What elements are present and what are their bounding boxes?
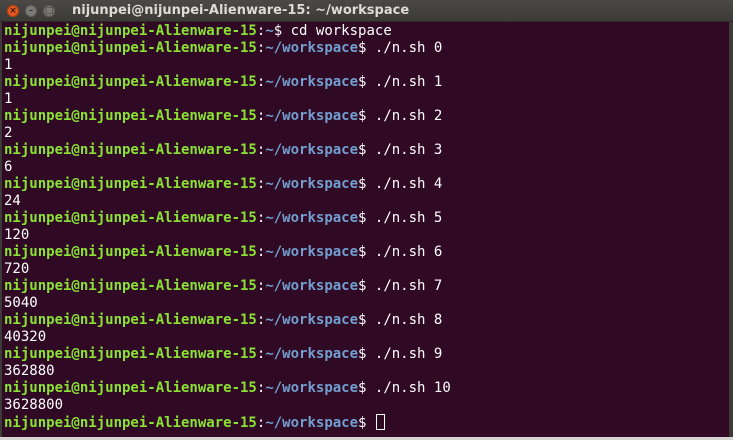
output-line: 6 [4, 159, 729, 176]
output-line: 120 [4, 227, 729, 244]
prompt-symbol: $ [358, 278, 375, 294]
command-text: ./n.sh 7 [374, 278, 443, 294]
prompt-user-host: nijunpei@nijunpei-Alienware-15 [4, 380, 257, 396]
output-text: 720 [4, 261, 30, 277]
prompt-symbol: $ [358, 108, 375, 124]
close-icon: × [9, 5, 17, 16]
prompt-user-host: nijunpei@nijunpei-Alienware-15 [4, 142, 257, 158]
prompt-symbol: $ [273, 23, 291, 39]
prompt-user-host: nijunpei@nijunpei-Alienware-15 [4, 40, 257, 56]
window-border-left [0, 22, 2, 440]
prompt-path: ~/workspace [265, 176, 359, 192]
prompt-symbol: $ [358, 346, 375, 362]
output-text: 120 [4, 227, 30, 243]
prompt-user-host: nijunpei@nijunpei-Alienware-15 [4, 23, 257, 39]
output-line: 1 [4, 57, 729, 74]
output-line: 5040 [4, 295, 729, 312]
prompt-path: ~/workspace [265, 244, 359, 260]
prompt-line: nijunpei@nijunpei-Alienware-15:~/workspa… [4, 346, 729, 363]
maximize-icon: □ [44, 5, 54, 16]
prompt-symbol: $ [358, 312, 375, 328]
prompt-user-host: nijunpei@nijunpei-Alienware-15 [4, 108, 257, 124]
prompt-line: nijunpei@nijunpei-Alienware-15:~/workspa… [4, 176, 729, 193]
prompt-line: nijunpei@nijunpei-Alienware-15:~/workspa… [4, 244, 729, 261]
command-text: cd workspace [290, 23, 392, 39]
prompt-path: ~/workspace [265, 40, 359, 56]
command-text: ./n.sh 5 [374, 210, 443, 226]
prompt-user-host: nijunpei@nijunpei-Alienware-15 [4, 210, 257, 226]
prompt-path: ~/workspace [265, 380, 359, 396]
command-text: ./n.sh 9 [374, 346, 443, 362]
prompt-path: ~/workspace [265, 346, 359, 362]
prompt-symbol: $ [358, 142, 375, 158]
prompt-line: nijunpei@nijunpei-Alienware-15:~/workspa… [4, 40, 729, 57]
prompt-symbol: $ [358, 244, 375, 260]
prompt-line: nijunpei@nijunpei-Alienware-15:~/workspa… [4, 210, 729, 227]
prompt-symbol: $ [358, 380, 375, 396]
output-text: 362880 [4, 363, 55, 379]
output-text: 5040 [4, 295, 38, 311]
prompt-user-host: nijunpei@nijunpei-Alienware-15 [4, 74, 257, 90]
output-line: 2 [4, 125, 729, 142]
command-text: ./n.sh 4 [374, 176, 443, 192]
command-text: ./n.sh 0 [374, 40, 443, 56]
prompt-user-host: nijunpei@nijunpei-Alienware-15 [4, 244, 257, 260]
minimize-window-button[interactable]: – [25, 5, 37, 17]
output-text: 40320 [4, 329, 47, 345]
output-line: 362880 [4, 363, 729, 380]
output-text: 2 [4, 125, 13, 141]
prompt-symbol: $ [358, 415, 375, 431]
prompt-path: ~/workspace [265, 278, 359, 294]
window-border-right [729, 22, 733, 440]
prompt-path: ~/workspace [265, 108, 359, 124]
maximize-window-button[interactable]: □ [43, 5, 55, 17]
prompt-symbol: $ [358, 210, 375, 226]
output-line: 24 [4, 193, 729, 210]
prompt-line: nijunpei@nijunpei-Alienware-15:~/workspa… [4, 142, 729, 159]
prompt-symbol: $ [358, 74, 375, 90]
prompt-line: nijunpei@nijunpei-Alienware-15:~/workspa… [4, 108, 729, 125]
prompt-symbol: $ [358, 40, 375, 56]
command-text: ./n.sh 10 [374, 380, 451, 396]
prompt-line: nijunpei@nijunpei-Alienware-15:~$ cd wor… [4, 23, 729, 40]
prompt-path: ~/workspace [265, 415, 359, 431]
prompt-user-host: nijunpei@nijunpei-Alienware-15 [4, 415, 257, 431]
close-window-button[interactable]: × [7, 5, 19, 17]
prompt-line: nijunpei@nijunpei-Alienware-15:~/workspa… [4, 414, 729, 431]
output-text: 6 [4, 159, 13, 175]
command-text: ./n.sh 6 [374, 244, 443, 260]
prompt-user-host: nijunpei@nijunpei-Alienware-15 [4, 278, 257, 294]
prompt-path: ~/workspace [265, 312, 359, 328]
output-text: 1 [4, 91, 13, 107]
prompt-user-host: nijunpei@nijunpei-Alienware-15 [4, 176, 257, 192]
title-bar[interactable]: × – □ nijunpei@nijunpei-Alienware-15: ~/… [0, 0, 733, 22]
command-text: ./n.sh 1 [374, 74, 443, 90]
prompt-line: nijunpei@nijunpei-Alienware-15:~/workspa… [4, 380, 729, 397]
output-text: 1 [4, 57, 13, 73]
prompt-user-host: nijunpei@nijunpei-Alienware-15 [4, 312, 257, 328]
prompt-line: nijunpei@nijunpei-Alienware-15:~/workspa… [4, 278, 729, 295]
command-text: ./n.sh 3 [374, 142, 443, 158]
command-text: ./n.sh 8 [374, 312, 443, 328]
prompt-symbol: $ [358, 176, 375, 192]
output-line: 40320 [4, 329, 729, 346]
output-line: 720 [4, 261, 729, 278]
prompt-path: ~/workspace [265, 142, 359, 158]
terminal-output-area[interactable]: nijunpei@nijunpei-Alienware-15:~$ cd wor… [4, 23, 729, 437]
text-cursor[interactable] [375, 414, 385, 430]
window-title: nijunpei@nijunpei-Alienware-15: ~/worksp… [72, 3, 410, 18]
output-line: 1 [4, 91, 729, 108]
prompt-path: ~/workspace [265, 210, 359, 226]
command-text: ./n.sh 2 [374, 108, 443, 124]
output-line: 3628800 [4, 397, 729, 414]
prompt-path: ~ [265, 23, 274, 39]
prompt-line: nijunpei@nijunpei-Alienware-15:~/workspa… [4, 312, 729, 329]
prompt-user-host: nijunpei@nijunpei-Alienware-15 [4, 346, 257, 362]
terminal-window: × – □ nijunpei@nijunpei-Alienware-15: ~/… [0, 0, 733, 440]
prompt-line: nijunpei@nijunpei-Alienware-15:~/workspa… [4, 74, 729, 91]
prompt-path: ~/workspace [265, 74, 359, 90]
minimize-icon: – [28, 5, 34, 16]
output-text: 24 [4, 193, 21, 209]
output-text: 3628800 [4, 397, 64, 413]
